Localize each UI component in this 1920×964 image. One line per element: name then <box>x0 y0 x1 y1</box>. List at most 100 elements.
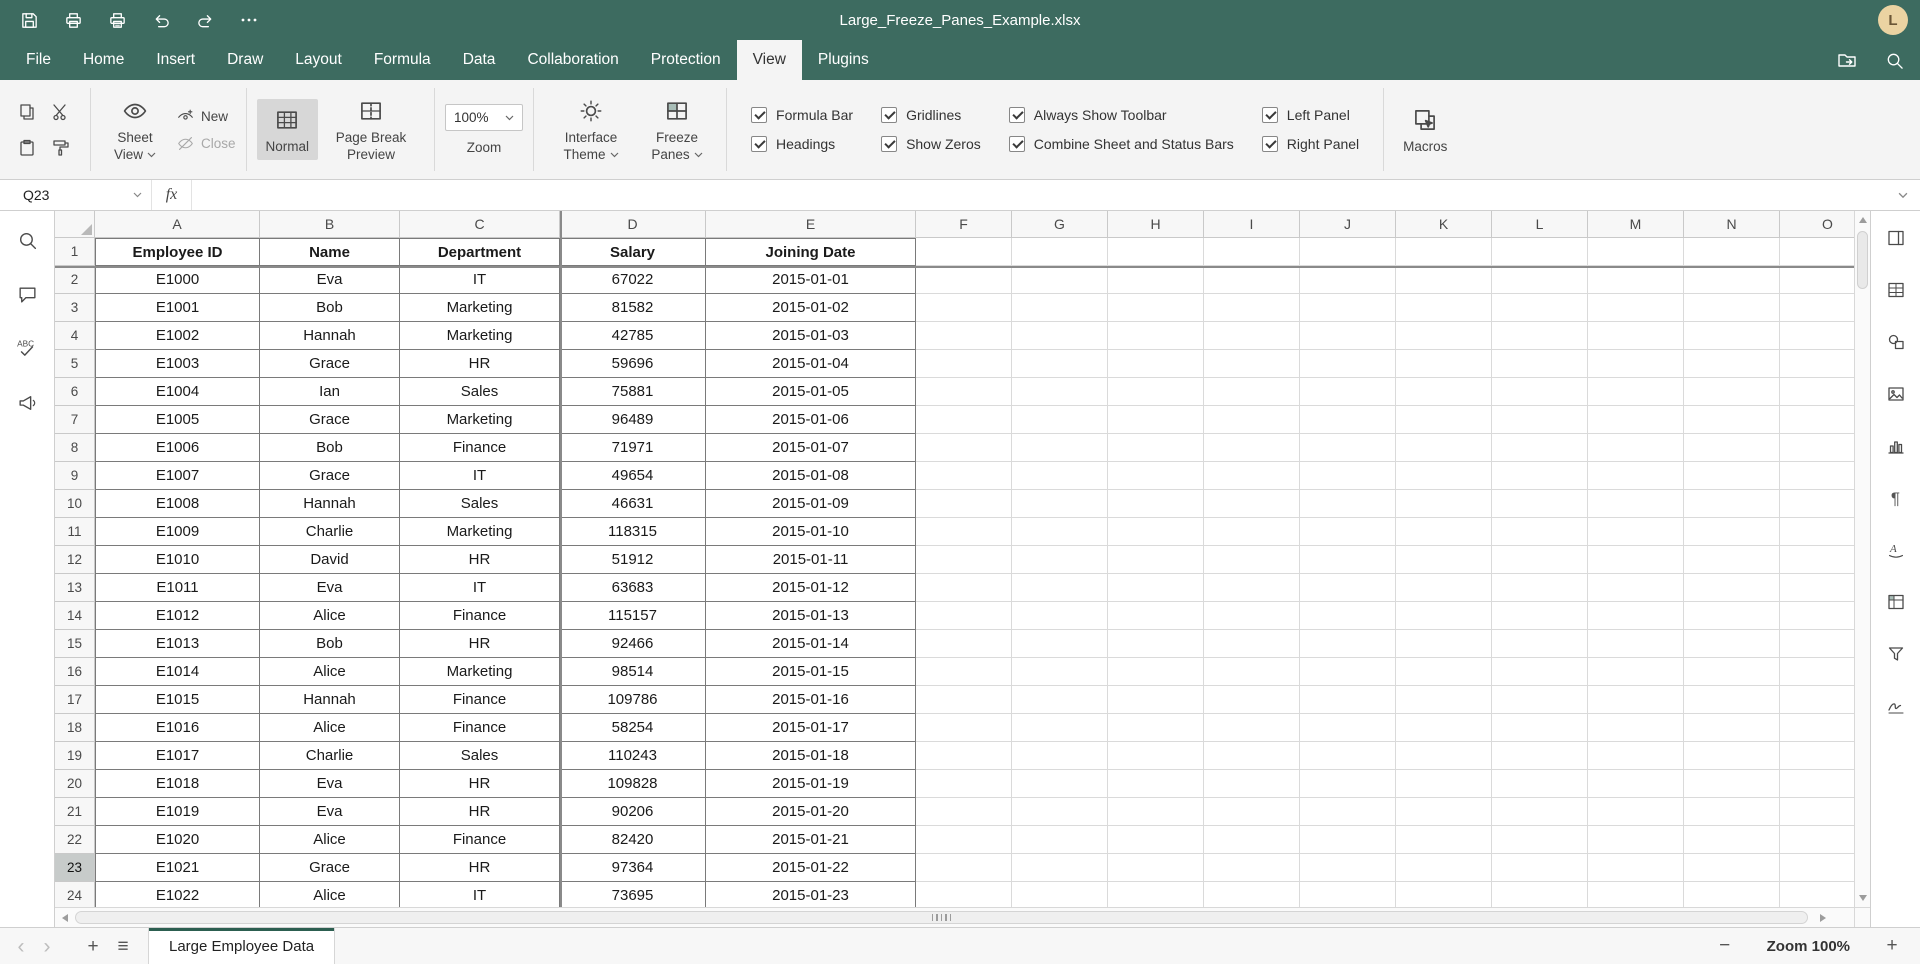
cell-K7[interactable] <box>1396 406 1492 434</box>
format-painter-icon[interactable] <box>46 133 76 163</box>
sheet-tab-large-employee-data[interactable]: Large Employee Data <box>148 928 335 964</box>
cell-D22[interactable]: 82420 <box>560 826 706 854</box>
paste-icon[interactable] <box>12 133 42 163</box>
cell-M13[interactable] <box>1588 574 1684 602</box>
cell-B16[interactable]: Alice <box>260 658 400 686</box>
cell-F3[interactable] <box>916 294 1012 322</box>
column-header-G[interactable]: G <box>1012 211 1108 238</box>
macros-button[interactable]: Macros <box>1394 99 1456 161</box>
cell-C4[interactable]: Marketing <box>400 322 560 350</box>
cell-E19[interactable]: 2015-01-18 <box>706 742 916 770</box>
cell-J16[interactable] <box>1300 658 1396 686</box>
cell-A4[interactable]: E1002 <box>95 322 260 350</box>
checkbox-headings[interactable]: Headings <box>751 136 853 152</box>
cell-C13[interactable]: IT <box>400 574 560 602</box>
cell-E17[interactable]: 2015-01-16 <box>706 686 916 714</box>
scroll-right-arrow-icon[interactable] <box>1820 914 1826 922</box>
cell-I11[interactable] <box>1204 518 1300 546</box>
cell-D6[interactable]: 75881 <box>560 378 706 406</box>
cell-E3[interactable]: 2015-01-02 <box>706 294 916 322</box>
cell-D12[interactable]: 51912 <box>560 546 706 574</box>
cell-L13[interactable] <box>1492 574 1588 602</box>
cell-B5[interactable]: Grace <box>260 350 400 378</box>
cell-M19[interactable] <box>1588 742 1684 770</box>
cell-G5[interactable] <box>1012 350 1108 378</box>
row-header-13[interactable]: 13 <box>55 574 95 602</box>
row-header-15[interactable]: 15 <box>55 630 95 658</box>
cell-H4[interactable] <box>1108 322 1204 350</box>
cell-F15[interactable] <box>916 630 1012 658</box>
cell-E20[interactable]: 2015-01-19 <box>706 770 916 798</box>
sheet-view-button[interactable]: Sheet View <box>101 90 169 169</box>
cell-O15[interactable] <box>1780 630 1854 658</box>
row-header-8[interactable]: 8 <box>55 434 95 462</box>
cell-L19[interactable] <box>1492 742 1588 770</box>
cell-C20[interactable]: HR <box>400 770 560 798</box>
row-header-12[interactable]: 12 <box>55 546 95 574</box>
column-header-I[interactable]: I <box>1204 211 1300 238</box>
cell-I22[interactable] <box>1204 826 1300 854</box>
cell-J3[interactable] <box>1300 294 1396 322</box>
cell-K15[interactable] <box>1396 630 1492 658</box>
cell-A2[interactable]: E1000 <box>95 266 260 294</box>
cell-G9[interactable] <box>1012 462 1108 490</box>
cell-K24[interactable] <box>1396 882 1492 907</box>
cell-M22[interactable] <box>1588 826 1684 854</box>
cell-F22[interactable] <box>916 826 1012 854</box>
cell-A19[interactable]: E1017 <box>95 742 260 770</box>
cell-H11[interactable] <box>1108 518 1204 546</box>
cell-B23[interactable]: Grace <box>260 854 400 882</box>
cell-H15[interactable] <box>1108 630 1204 658</box>
cell-F13[interactable] <box>916 574 1012 602</box>
cell-E23[interactable]: 2015-01-22 <box>706 854 916 882</box>
cell-G3[interactable] <box>1012 294 1108 322</box>
cell-G1[interactable] <box>1012 238 1108 266</box>
checkbox-combine-sheet-and-status-bars[interactable]: Combine Sheet and Status Bars <box>1009 136 1234 152</box>
column-header-D[interactable]: D <box>560 211 706 238</box>
cell-K22[interactable] <box>1396 826 1492 854</box>
cell-A21[interactable]: E1019 <box>95 798 260 826</box>
cell-O3[interactable] <box>1780 294 1854 322</box>
column-header-F[interactable]: F <box>916 211 1012 238</box>
cell-G18[interactable] <box>1012 714 1108 742</box>
shape-settings-icon[interactable] <box>1885 331 1907 353</box>
menu-tab-data[interactable]: Data <box>447 40 512 80</box>
cell-C15[interactable]: HR <box>400 630 560 658</box>
cell-B24[interactable]: Alice <box>260 882 400 907</box>
cell-K4[interactable] <box>1396 322 1492 350</box>
cell-K18[interactable] <box>1396 714 1492 742</box>
cell-O19[interactable] <box>1780 742 1854 770</box>
row-header-11[interactable]: 11 <box>55 518 95 546</box>
cell-A15[interactable]: E1013 <box>95 630 260 658</box>
textart-settings-icon[interactable]: A <box>1885 539 1907 561</box>
more-actions-icon[interactable] <box>238 9 260 31</box>
row-header-17[interactable]: 17 <box>55 686 95 714</box>
cell-H17[interactable] <box>1108 686 1204 714</box>
row-header-23[interactable]: 23 <box>55 854 95 882</box>
cell-H2[interactable] <box>1108 266 1204 294</box>
cell-E7[interactable]: 2015-01-06 <box>706 406 916 434</box>
cell-I12[interactable] <box>1204 546 1300 574</box>
cell-C16[interactable]: Marketing <box>400 658 560 686</box>
cell-K2[interactable] <box>1396 266 1492 294</box>
cell-F7[interactable] <box>916 406 1012 434</box>
cell-N22[interactable] <box>1684 826 1780 854</box>
row-header-16[interactable]: 16 <box>55 658 95 686</box>
cell-N16[interactable] <box>1684 658 1780 686</box>
cell-I16[interactable] <box>1204 658 1300 686</box>
cell-L9[interactable] <box>1492 462 1588 490</box>
cell-N21[interactable] <box>1684 798 1780 826</box>
menu-tab-layout[interactable]: Layout <box>279 40 358 80</box>
cell-H23[interactable] <box>1108 854 1204 882</box>
cell-I14[interactable] <box>1204 602 1300 630</box>
cell-L6[interactable] <box>1492 378 1588 406</box>
cell-B18[interactable]: Alice <box>260 714 400 742</box>
cell-I15[interactable] <box>1204 630 1300 658</box>
cell-C24[interactable]: IT <box>400 882 560 907</box>
cell-E13[interactable]: 2015-01-12 <box>706 574 916 602</box>
cell-J24[interactable] <box>1300 882 1396 907</box>
zoom-out-icon[interactable]: − <box>1713 935 1737 957</box>
sheet-view-new-button[interactable]: New <box>177 108 236 125</box>
cell-F16[interactable] <box>916 658 1012 686</box>
cell-B20[interactable]: Eva <box>260 770 400 798</box>
